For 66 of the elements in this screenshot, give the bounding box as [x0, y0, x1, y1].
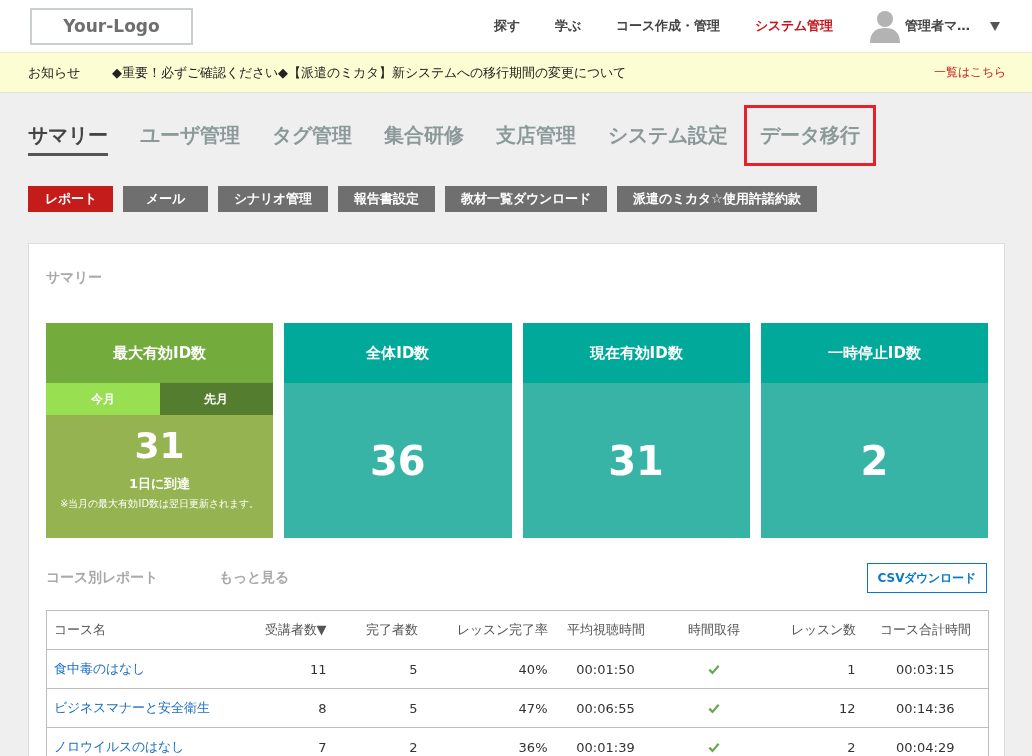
card-value: 31 — [134, 424, 185, 468]
table-cell: 36% — [424, 727, 555, 756]
column-header: 時間取得 — [656, 610, 771, 650]
main-tab[interactable]: 集合研修 — [368, 105, 480, 166]
sub-tab[interactable]: 教材一覧ダウンロード — [445, 186, 607, 212]
table-cell: 12 — [770, 688, 863, 728]
table-cell: 2 — [333, 727, 425, 756]
logo[interactable]: Your-Logo — [30, 7, 193, 45]
sub-tab[interactable]: 派遣のミカタ☆使用許諾約款 — [617, 186, 817, 212]
card-value: 2 — [860, 438, 889, 483]
table-cell: 5 — [333, 688, 425, 728]
table-cell: 7 — [246, 727, 334, 756]
column-header: 平均視聴時間 — [554, 610, 657, 650]
main-tab[interactable]: 支店管理 — [480, 105, 592, 166]
sub-tab[interactable]: シナリオ管理 — [218, 186, 328, 212]
card-title: 最大有効ID数 — [46, 323, 274, 383]
card-note: ※当月の最大有効ID数は翌日更新されます。 — [60, 497, 260, 511]
column-header: レッスン数 — [770, 610, 863, 650]
sub-tab[interactable]: レポート — [28, 186, 113, 212]
main-tab[interactable]: タグ管理 — [256, 105, 368, 166]
card-title: 現在有効ID数 — [522, 323, 750, 383]
column-header[interactable]: 受講者数▼ — [246, 610, 334, 650]
course-link[interactable]: ビジネスマナーと安全衛生 — [54, 700, 210, 715]
notice-message[interactable]: ◆重要！必ずご確認ください◆【派遣のミカタ】新システムへの移行期間の変更について — [112, 63, 626, 82]
table-cell: 00:03:15 — [862, 649, 989, 689]
table-cell: 11 — [246, 649, 334, 689]
sub-tab[interactable]: メール — [123, 186, 208, 212]
caret-down-icon[interactable] — [990, 21, 1000, 31]
table-cell: 40% — [424, 649, 555, 689]
panel-title: サマリー — [46, 268, 102, 286]
nav-link[interactable]: コース作成・管理 — [616, 17, 720, 35]
csv-download-button[interactable]: CSVダウンロード — [867, 563, 987, 593]
table-cell: 2 — [770, 727, 863, 756]
table-cell: 00:06:55 — [554, 688, 657, 728]
main-tab[interactable]: ユーザ管理 — [124, 105, 256, 166]
card-detail: 1日に到達 — [129, 475, 191, 493]
column-header: コース名 — [46, 610, 247, 650]
table-cell: 00:01:50 — [554, 649, 657, 689]
main-tab[interactable]: システム設定 — [592, 105, 744, 166]
period-tab[interactable]: 先月 — [159, 383, 274, 415]
main-tab[interactable]: データ移行 — [744, 105, 876, 166]
column-header: 完了者数 — [333, 610, 425, 650]
main-tab[interactable]: サマリー — [12, 105, 124, 166]
card-title: 一時停止ID数 — [760, 323, 988, 383]
table-cell: 8 — [246, 688, 334, 728]
table-cell: 00:01:39 — [554, 727, 657, 756]
card-value: 31 — [608, 438, 664, 483]
section-title: コース別レポート — [46, 569, 158, 587]
table-cell: 00:14:36 — [862, 688, 989, 728]
sub-tab[interactable]: 報告書設定 — [338, 186, 435, 212]
table-cell: 5 — [333, 649, 425, 689]
nav-link[interactable]: 学ぶ — [555, 17, 581, 35]
user-name[interactable]: 管理者マ… — [905, 17, 970, 35]
nav-link[interactable]: システム管理 — [755, 17, 833, 35]
card-title: 全体ID数 — [284, 323, 512, 383]
table-cell: 1 — [770, 649, 863, 689]
table-cell: 47% — [424, 688, 555, 728]
card-value: 36 — [370, 438, 426, 483]
nav-link[interactable]: 探す — [494, 17, 520, 35]
course-link[interactable]: ノロウイルスのはなし — [54, 739, 184, 754]
notice-list-link[interactable]: 一覧はこちら — [934, 64, 1006, 81]
column-header: レッスン完了率 — [424, 610, 555, 650]
course-link[interactable]: 食中毒のはなし — [54, 661, 145, 676]
table-cell: 00:04:29 — [862, 727, 989, 756]
column-header: コース合計時間 — [862, 610, 989, 650]
notice-label: お知らせ — [28, 63, 80, 82]
